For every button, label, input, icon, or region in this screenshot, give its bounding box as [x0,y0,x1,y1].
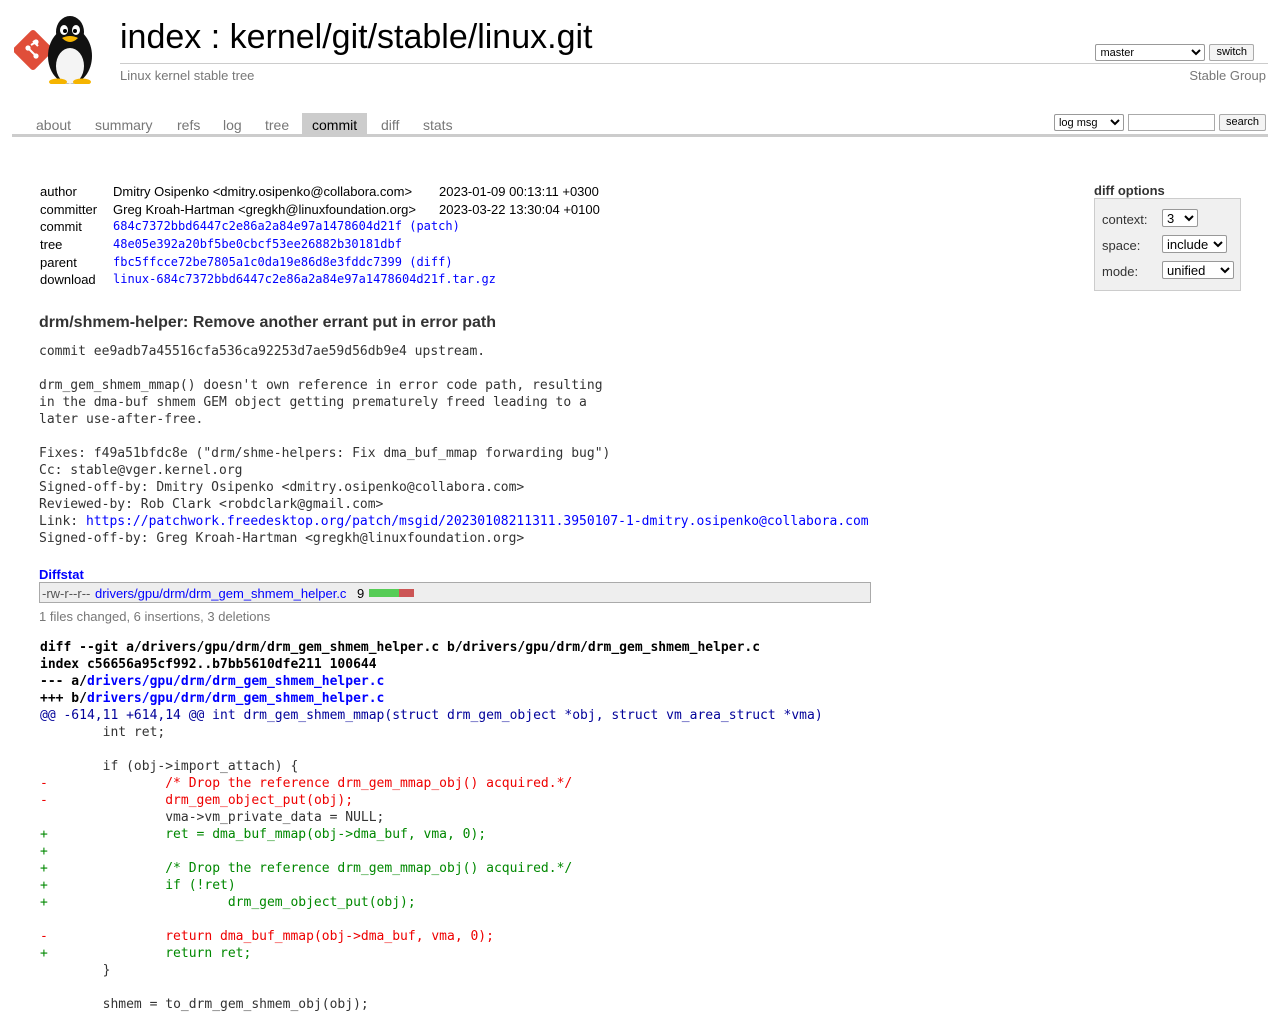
tab-tree[interactable]: tree [255,113,299,134]
author-label: author [40,184,77,199]
space-label: space: [1102,238,1141,253]
title-separator: : [201,18,230,56]
tab-summary[interactable]: summary [85,113,163,134]
diff-line-context: vma->vm_private_data = NULL; [40,810,385,825]
diff-line-context: shmem = to_drm_gem_shmem_obj(obj); [40,997,369,1012]
switch-button[interactable]: switch [1209,44,1254,61]
diffstat-insertions-bar [369,589,399,597]
space-option-row: space: include [1102,235,1227,253]
diff-line-context [40,741,823,758]
diff-line-removed: - drm_gem_object_put(obj); [40,793,354,808]
diff-git-header: diff --git a/drivers/gpu/drm/drm_gem_shm… [40,640,761,655]
minus-prefix: --- a/ [40,674,87,689]
parent-diff-link[interactable]: (diff) [409,255,452,269]
diff-line-added: + [40,844,48,859]
diff-line-context [40,911,823,928]
diff-line-added: + ret = dma_buf_mmap(obj->dma_buf, vma, … [40,827,487,842]
commit-hash-group: 684c7372bbd6447c2e86a2a84e97a1478604d21f… [113,219,460,233]
page-title: index : kernel/git/stable/linux.git [120,15,593,59]
parent-label: parent [40,254,77,270]
file-mode: -rw-r--r-- [42,586,91,601]
tab-about[interactable]: about [26,113,81,134]
diffstat-file-link[interactable]: drivers/gpu/drm/drm_gem_shmem_helper.c [95,586,346,601]
commit-hash-link[interactable]: 684c7372bbd6447c2e86a2a84e97a1478604d21f [113,219,402,233]
search-button[interactable]: search [1218,114,1266,131]
diffstat-deletions-bar [399,589,414,597]
diff-line-context: int ret; [40,725,166,740]
diffstat-summary: 1 files changed, 6 insertions, 3 deletio… [39,609,271,624]
diff-line-added: + if (!ret) [40,878,236,893]
tree-hash-link[interactable]: 48e05e392a20bf5be0cbcf53ee26882b30181dbf [113,237,402,251]
diff-line-context: } [40,963,111,978]
context-select[interactable]: 3 [1162,209,1198,227]
download-group: linux-684c7372bbd6447c2e86a2a84e97a14786… [113,272,496,286]
index-link[interactable]: index [120,18,201,56]
search-form: log msg search [1053,114,1266,131]
tab-stats[interactable]: stats [413,113,463,134]
diff-line-added: + return ret; [40,946,252,961]
space-select[interactable]: include [1162,235,1227,253]
commit-message: commit ee9adb7a45516cfa536ca92253d7ae59d… [39,343,869,547]
tab-log[interactable]: log [213,113,252,134]
diffstat-bar [369,589,414,597]
context-label: context: [1102,212,1148,227]
tree-hash-group: 48e05e392a20bf5be0cbcf53ee26882b30181dbf [113,237,402,251]
patch-link[interactable]: (patch) [409,219,460,233]
repo-owner: Stable Group [1189,68,1266,83]
diff-lines: int ret; if (obj->import_attach) { - /* D… [40,724,823,1013]
branch-switch-form: master switch [1095,44,1254,61]
patchwork-link[interactable]: https://patchwork.freedesktop.org/patch/… [86,514,869,529]
commit-label: commit [40,219,82,235]
download-link[interactable]: linux-684c7372bbd6447c2e86a2a84e97a14786… [113,272,496,286]
diff-index-line: index c56656a95cf992..b7bb5610dfe211 100… [40,657,377,672]
diff-hunk-header: @@ -614,11 +614,14 @@ int drm_gem_shmem_… [40,708,823,723]
diff-plus-header: +++ b/drivers/gpu/drm/drm_gem_shmem_help… [40,690,823,707]
tab-diff[interactable]: diff [371,113,409,134]
diff-minus-header: --- a/drivers/gpu/drm/drm_gem_shmem_help… [40,673,823,690]
header-divider [120,63,1268,64]
commit-message-tail: Signed-off-by: Greg Kroah-Hartman <gregk… [39,531,525,546]
diff-line-context [40,979,823,996]
tux-git-logo-icon[interactable] [13,12,110,86]
diff-line-removed: - return dma_buf_mmap(obj->dma_buf, vma,… [40,929,494,944]
minus-path-link[interactable]: drivers/gpu/drm/drm_gem_shmem_helper.c [87,674,384,689]
committer-date: 2023-03-22 13:30:04 +0100 [439,201,600,217]
diffstat-header-link[interactable]: Diffstat [39,567,84,582]
mode-label: mode: [1102,264,1139,279]
diff-view: diff --git a/drivers/gpu/drm/drm_gem_shm… [40,639,823,1013]
commit-message-body: commit ee9adb7a45516cfa536ca92253d7ae59d… [39,344,611,529]
diff-line-removed: - /* Drop the reference drm_gem_mmap_obj… [40,776,573,791]
diff-line-context: if (obj->import_attach) { [40,759,299,774]
diff-options-panel: context: 3 space: include mode: unified [1094,198,1241,291]
diff-line-added: + /* Drop the reference drm_gem_mmap_obj… [40,861,573,876]
parent-hash-link[interactable]: fbc5ffcce72be7805a1c0da19e86d8e3fddc7399 [113,255,402,269]
committer-label: committer [40,201,98,217]
author-date: 2023-01-09 00:13:11 +0300 [439,184,599,199]
branch-select[interactable]: master [1095,44,1206,61]
author-value: Dmitry Osipenko <dmitry.osipenko@collabo… [113,184,413,199]
diff-options-title: diff options [1094,183,1165,198]
context-option-row: context: 3 [1102,209,1198,227]
tree-label: tree [40,237,63,253]
committer-value: Greg Kroah-Hartman <gregkh@linuxfoundati… [113,201,416,217]
search-type-select[interactable]: log msg [1053,114,1124,131]
tab-commit[interactable]: commit [302,113,368,134]
repo-description: Linux kernel stable tree [120,68,255,83]
mode-option-row: mode: unified [1102,261,1234,279]
plus-path-link[interactable]: drivers/gpu/drm/drm_gem_shmem_helper.c [87,691,384,706]
repo-path-link[interactable]: kernel/git/stable/linux.git [230,18,593,56]
mode-select[interactable]: unified [1162,261,1234,279]
commit-subject: drm/shmem-helper: Remove another errant … [39,314,496,331]
diffstat-table: -rw-r--r-- drivers/gpu/drm/drm_gem_shmem… [39,582,871,603]
parent-hash-group: fbc5ffcce72be7805a1c0da19e86d8e3fddc7399… [113,255,453,269]
tab-refs[interactable]: refs [167,113,210,134]
download-label: download [40,272,96,288]
plus-prefix: +++ b/ [40,691,87,706]
search-input[interactable] [1127,114,1215,131]
diff-line-added: + drm_gem_object_put(obj); [40,895,416,910]
diffstat-count: 9 [357,586,365,601]
